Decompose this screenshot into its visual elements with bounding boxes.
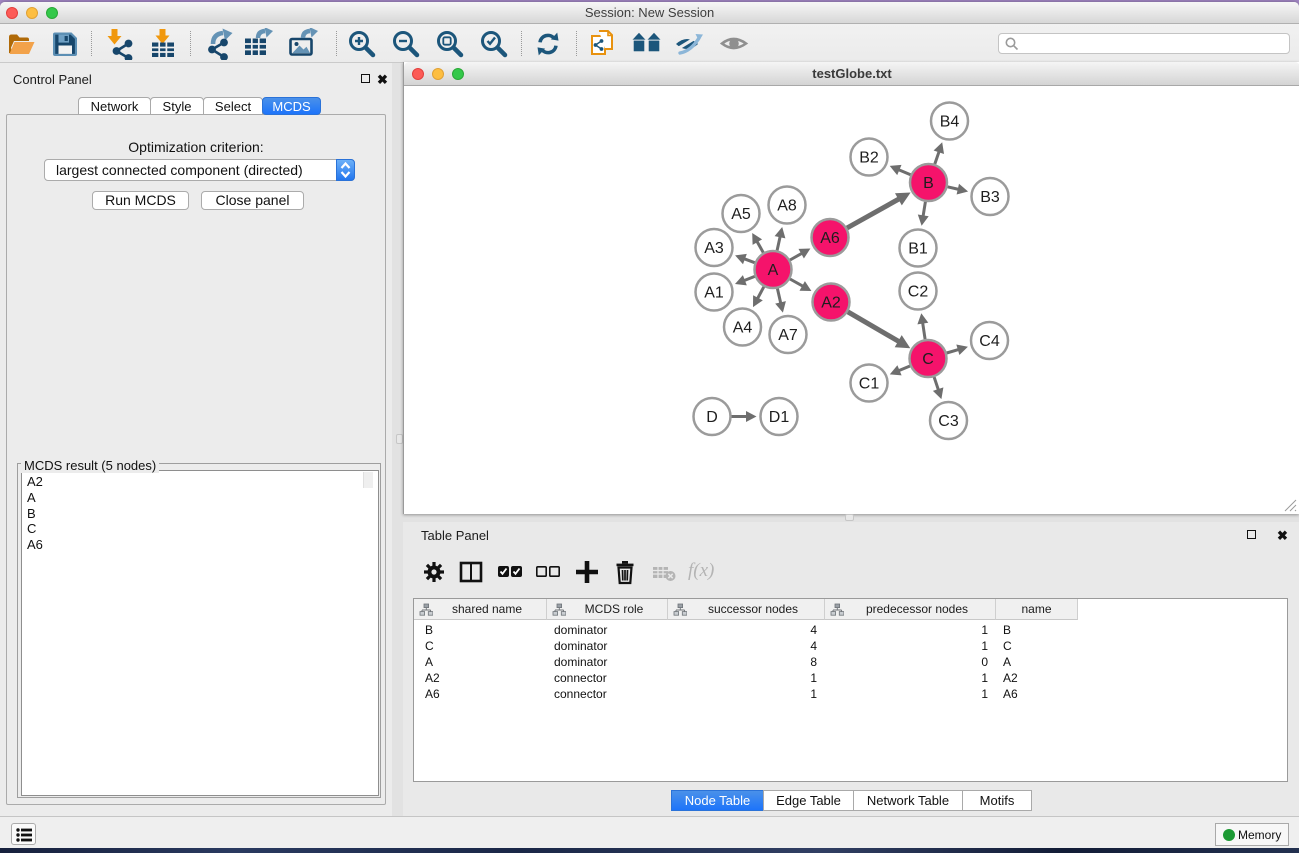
svg-text:B1: B1	[908, 241, 928, 258]
svg-text:B3: B3	[980, 189, 1000, 206]
svg-text:A2: A2	[821, 295, 841, 312]
svg-text:A1: A1	[704, 285, 724, 302]
svg-text:A5: A5	[731, 206, 751, 223]
svg-text:C: C	[922, 351, 934, 368]
svg-text:A6: A6	[820, 230, 840, 247]
svg-text:A4: A4	[733, 320, 753, 337]
svg-text:B: B	[923, 175, 934, 192]
svg-text:B2: B2	[859, 150, 879, 167]
svg-text:A8: A8	[777, 198, 797, 215]
svg-text:f(x): f(x)	[688, 560, 714, 581]
svg-text:A3: A3	[704, 240, 724, 257]
svg-text:C3: C3	[938, 413, 959, 430]
svg-text:D: D	[706, 409, 718, 426]
svg-text:B4: B4	[940, 114, 960, 131]
svg-text:A7: A7	[778, 327, 798, 344]
svg-text:D1: D1	[769, 409, 790, 426]
svg-text:C1: C1	[859, 376, 880, 393]
svg-text:A: A	[768, 262, 779, 279]
svg-text:C2: C2	[908, 284, 929, 301]
svg-text:C4: C4	[979, 333, 1000, 350]
